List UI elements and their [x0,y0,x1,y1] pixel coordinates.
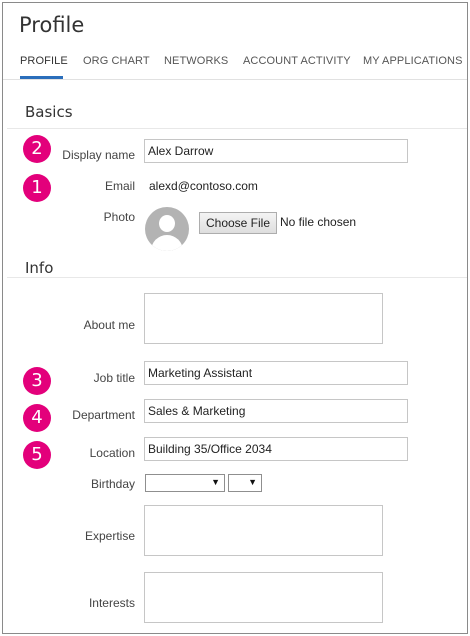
section-divider [7,277,467,278]
tab-my-applications[interactable]: MY APPLICATIONS [363,55,463,67]
file-status-text: No file chosen [280,215,357,229]
job-title-field[interactable]: Marketing Assistant [144,361,408,385]
section-divider [7,128,467,129]
display-name-label: Display name [62,148,135,162]
profile-window: Profile PROFILE ORG CHART NETWORKS ACCOU… [2,2,468,634]
tab-bar: PROFILE ORG CHART NETWORKS ACCOUNT ACTIV… [3,49,467,80]
choose-file-button[interactable]: Choose File [199,212,277,234]
tab-org-chart[interactable]: ORG CHART [83,55,150,67]
location-field[interactable]: Building 35/Office 2034 [144,437,408,461]
department-label: Department [72,408,135,422]
birthday-month-select[interactable]: ▼ [145,474,225,492]
active-tab-indicator [20,76,63,79]
interests-label: Interests [88,596,135,610]
dropdown-arrow-icon: ▼ [248,477,257,487]
interests-textarea[interactable] [144,572,383,623]
email-value: alexd@contoso.com [149,179,258,193]
email-label: Email [104,179,135,193]
location-label: Location [89,446,135,460]
department-field[interactable]: Sales & Marketing [144,399,408,423]
job-title-label: Job title [93,371,135,385]
avatar-icon [145,207,189,251]
birthday-label: Birthday [90,477,135,491]
section-basics-heading: Basics [25,103,73,121]
birthday-day-select[interactable]: ▼ [228,474,262,492]
expertise-label: Expertise [84,529,135,543]
tab-networks[interactable]: NETWORKS [164,55,228,67]
tab-profile[interactable]: PROFILE [20,55,68,67]
tab-account-activity[interactable]: ACCOUNT ACTIVITY [243,55,351,67]
page-title: Profile [19,13,85,37]
about-me-label: About me [83,318,135,332]
display-name-field[interactable]: Alex Darrow [144,139,408,163]
section-info-heading: Info [25,259,54,277]
about-me-textarea[interactable] [144,293,383,344]
dropdown-arrow-icon: ▼ [211,477,220,487]
photo-label: Photo [103,210,135,224]
expertise-textarea[interactable] [144,505,383,556]
